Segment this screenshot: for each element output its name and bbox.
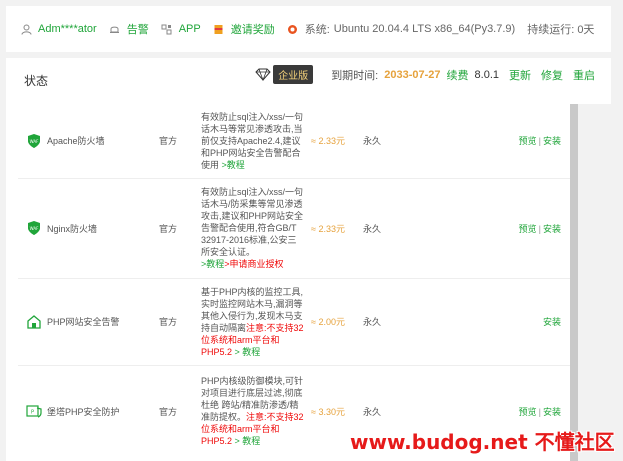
install-link[interactable]: 安装 — [543, 136, 561, 146]
plugin-desc: 基于PHP内核的监控工具,实时监控网站木马,漏洞等其他入侵行为,发现木马支持自动… — [201, 277, 311, 365]
qrcode-icon — [161, 23, 173, 35]
plugin-price: ≈ 2.33元 — [311, 136, 345, 147]
separator: | — [538, 406, 541, 417]
version-text: 8.0.1 — [474, 68, 499, 81]
table-row: WAF Nginx防火墙 官方 有效防止sql注入/xss/一句话木马/防采集等… — [18, 177, 573, 278]
system-label: 系统: — [304, 24, 330, 36]
top-bar: Adm****ator 告警 APP 邀请奖励 系统: Ubuntu 20.04… — [6, 6, 611, 52]
watermark: www.budog.net 不懂社区 — [350, 430, 615, 454]
plugin-desc: 有效防止sql注入/xss/一句话木马/防采集等常见渗透攻击,建议和PHP网站安… — [201, 177, 311, 278]
plugin-name: 堡塔PHP安全防护 — [47, 406, 120, 417]
linux-icon — [287, 23, 299, 35]
plugin-source: 官方 — [159, 177, 201, 278]
svg-text:P: P — [31, 410, 34, 416]
separator: | — [538, 136, 541, 147]
status-panel: 状态 企业版 到期时间: 2033-07-27 续费 8.0.1 更新 修复 重… — [6, 58, 611, 104]
user-name: Adm****ator — [38, 23, 97, 35]
license-link[interactable]: >申请商业授权 — [224, 259, 283, 269]
user-item[interactable]: Adm****ator — [20, 23, 97, 35]
system-info: 系统: Ubuntu 20.04.4 LTS x86_64(Py3.7.9) — [287, 21, 515, 37]
plugin-term: 永久 — [363, 136, 382, 147]
plugin-source: 官方 — [159, 277, 201, 365]
repair-link[interactable]: 修复 — [541, 67, 563, 83]
php-shield-icon: P — [26, 405, 42, 418]
plugin-price: ≈ 2.33元 — [311, 177, 363, 278]
bell-icon — [109, 23, 121, 35]
table-row: WAF Apache防火墙 官方 有效防止sql注入/xss/一句话木马等常见渗… — [18, 104, 573, 178]
tutorial-link[interactable]: > 教程 — [232, 436, 261, 446]
plugin-price: ≈ 2.00元 — [311, 277, 363, 365]
uptime-text: 持续运行: 0天 — [527, 24, 595, 36]
edition-badge: 企业版 — [255, 65, 314, 84]
diamond-icon — [255, 68, 271, 81]
plugin-term: 永久 — [363, 177, 433, 278]
system-value: Ubuntu 20.04.4 LTS x86_64(Py3.7.9) — [333, 23, 516, 35]
install-link[interactable]: 安装 — [543, 317, 561, 327]
waf-shield-icon: WAF — [28, 221, 40, 235]
scrollbar[interactable] — [570, 104, 578, 461]
install-link[interactable]: 安装 — [543, 224, 561, 234]
app-link[interactable]: APP — [161, 23, 201, 35]
preview-link[interactable]: 预览 — [519, 224, 537, 234]
app-label: APP — [178, 23, 201, 35]
plugin-name: Nginx防火墙 — [47, 223, 98, 234]
alerts-link[interactable]: 告警 — [109, 21, 149, 37]
tutorial-link[interactable]: >教程 — [222, 160, 245, 170]
expire-date: 2033-07-27 — [384, 68, 441, 81]
plugin-source: 官方 — [159, 364, 201, 457]
invite-label: 邀请奖励 — [230, 24, 275, 36]
separator: | — [538, 223, 541, 234]
invite-link[interactable]: 邀请奖励 — [213, 21, 275, 37]
plugin-name: PHP网站安全告警 — [47, 317, 120, 327]
preview-link[interactable]: 预览 — [519, 136, 537, 146]
plugin-actions: 安装 — [433, 277, 573, 365]
plugin-table: WAF Apache防火墙 官方 有效防止sql注入/xss/一句话木马等常见渗… — [18, 104, 573, 457]
scrollbar-track[interactable] — [578, 104, 611, 461]
restart-link[interactable]: 重启 — [573, 67, 595, 83]
plugin-desc: 有效防止sql注入/xss/一句话木马等常见渗透攻击,当前仅支持Apache2.… — [201, 111, 304, 170]
plugin-term: 永久 — [363, 277, 433, 365]
uptime-info: 持续运行: 0天 — [527, 21, 594, 37]
plugin-actions: 预览 | 安装 — [433, 177, 573, 278]
house-shield-icon — [27, 314, 41, 329]
tutorial-link[interactable]: > 教程 — [232, 347, 261, 357]
install-link[interactable]: 安装 — [543, 407, 561, 417]
tutorial-link[interactable]: >教程 — [201, 259, 224, 269]
panel-title: 状态 — [24, 74, 49, 88]
waf-shield-icon: WAF — [28, 133, 40, 148]
plugin-desc: PHP内核级防御模块,可针对项目进行底层过滤,彻底杜绝 跨站/精准防渗透/精准防… — [201, 364, 311, 457]
svg-text:WAF: WAF — [30, 226, 39, 231]
plugin-list: WAF Apache防火墙 官方 有效防止sql注入/xss/一句话木马等常见渗… — [6, 104, 586, 461]
update-link[interactable]: 更新 — [509, 67, 531, 83]
panel-actions: 企业版 到期时间: 2033-07-27 续费 8.0.1 更新 修复 重启 — [255, 65, 595, 84]
svg-text:WAF: WAF — [30, 139, 39, 144]
edition-label: 企业版 — [273, 65, 314, 84]
plugin-name: Apache防火墙 — [47, 136, 105, 147]
user-icon — [20, 23, 32, 35]
gift-icon — [213, 23, 225, 35]
table-row: PHP网站安全告警 官方 基于PHP内核的监控工具,实时监控网站木马,漏洞等其他… — [18, 277, 573, 365]
plugin-actions: 预览 | 安装 — [433, 104, 573, 178]
plugin-source: 官方 — [159, 136, 178, 147]
alerts-label: 告警 — [126, 24, 149, 36]
preview-link[interactable]: 预览 — [519, 407, 537, 417]
expire-label: 到期时间: — [331, 69, 379, 82]
renew-link[interactable]: 续费 — [447, 67, 469, 83]
